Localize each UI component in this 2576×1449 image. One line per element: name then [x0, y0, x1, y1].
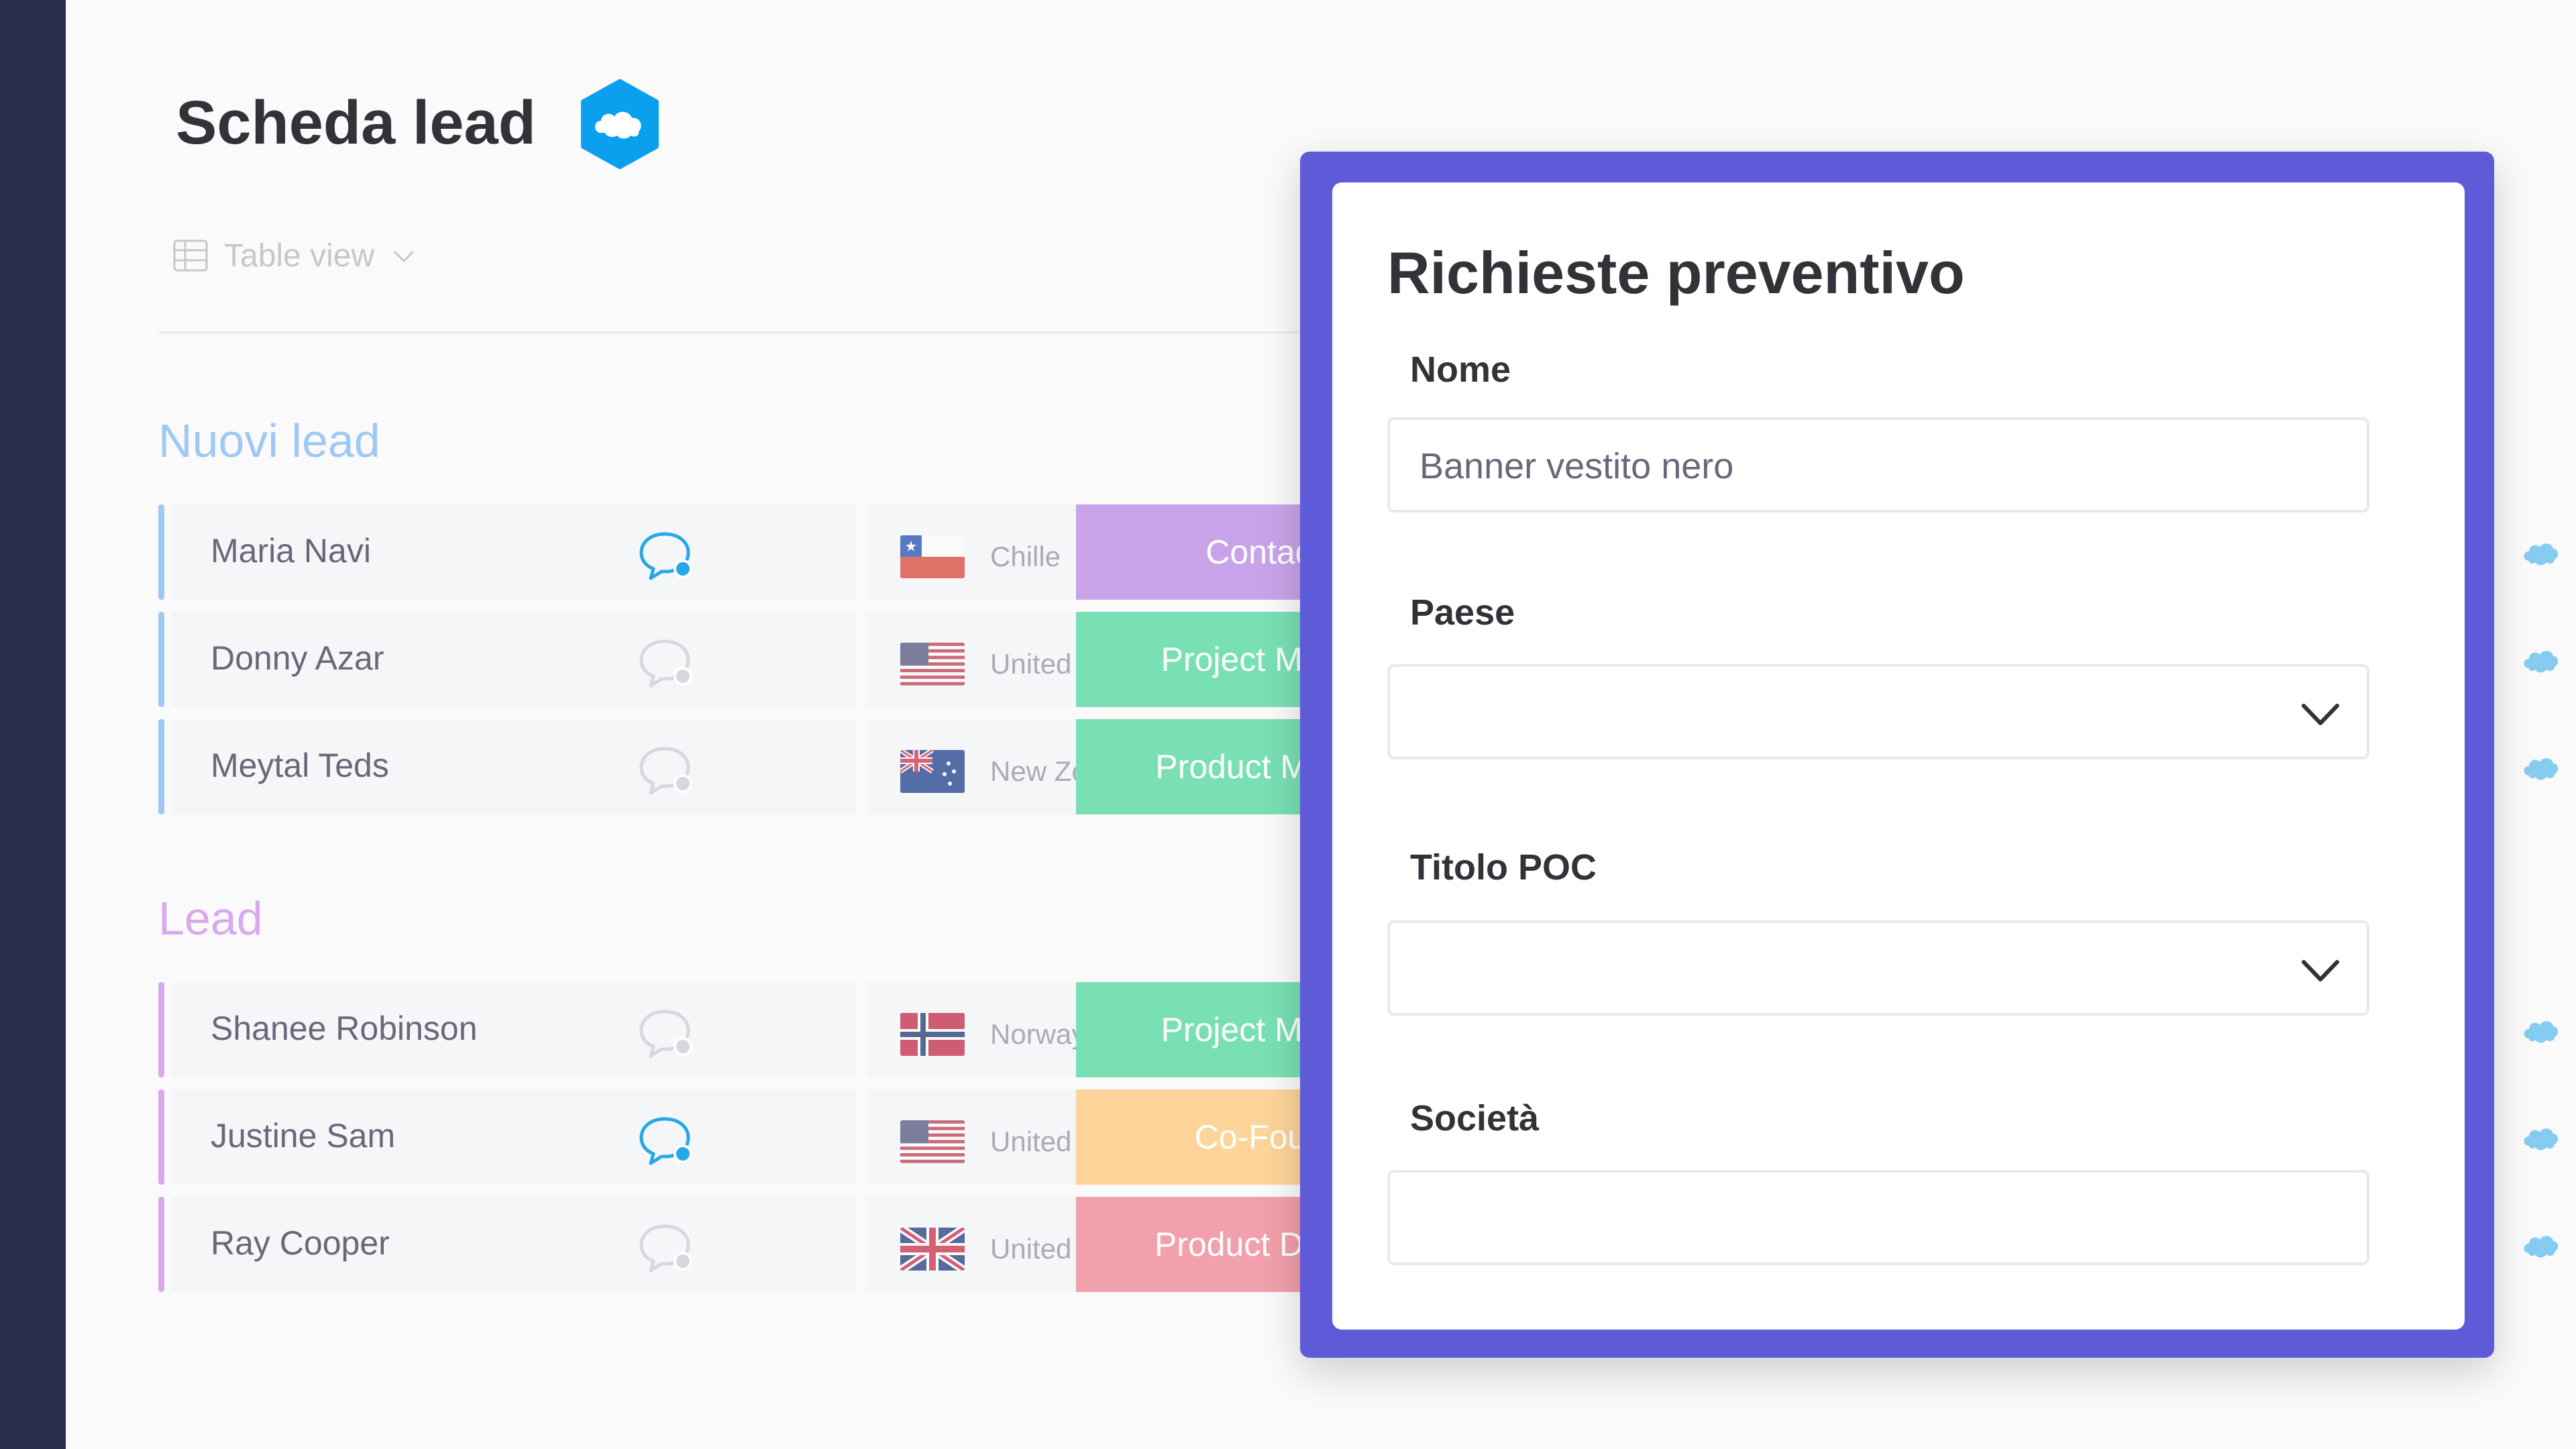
uk-flag-icon [900, 1228, 965, 1271]
chat-bubble-icon[interactable] [635, 633, 695, 694]
paese-select[interactable] [1387, 664, 2369, 759]
nome-input-value: Banner vestito nero [1419, 446, 1734, 486]
table-icon [173, 239, 208, 272]
lead-name: Donny Azar [211, 639, 384, 677]
lead-name: Maria Navi [211, 532, 371, 570]
country-label: Norway [990, 1018, 1086, 1050]
us-flag-icon [900, 1120, 965, 1163]
salesforce-icon[interactable] [2520, 1014, 2560, 1045]
lead-name: Ray Cooper [211, 1224, 390, 1262]
nz-flag-icon [900, 750, 965, 793]
field-label-paese: Paese [1410, 592, 1515, 633]
field-label-societa: Società [1410, 1098, 1540, 1138]
group-color-bar [158, 719, 164, 814]
view-selector[interactable]: Table view [173, 232, 417, 279]
group-title-lead[interactable]: Lead [158, 888, 263, 949]
titolo-poc-select[interactable] [1387, 920, 2369, 1016]
salesforce-icon[interactable] [2520, 751, 2560, 782]
chat-bubble-icon[interactable] [635, 1111, 695, 1171]
salesforce-integration-icon[interactable] [578, 79, 661, 169]
group-title-nuovi-lead[interactable]: Nuovi lead [158, 411, 380, 471]
chat-bubble-icon[interactable] [635, 741, 695, 801]
field-label-titolo-poc: Titolo POC [1410, 847, 1597, 888]
chat-bubble-icon[interactable] [635, 1004, 695, 1064]
name-cell[interactable]: Meytal Teds [172, 719, 856, 814]
salesforce-icon[interactable] [2520, 644, 2560, 675]
group-color-bar [158, 504, 164, 600]
group-color-bar [158, 1197, 164, 1292]
name-cell[interactable]: Justine Sam [172, 1089, 856, 1185]
nome-input[interactable]: Banner vestito nero [1387, 417, 2369, 513]
form-modal: Richieste preventivo Nome Banner vestito… [1332, 182, 2465, 1330]
group-color-bar [158, 1089, 164, 1185]
chevron-down-icon [2302, 704, 2339, 725]
chevron-down-icon [394, 250, 415, 263]
chat-bubble-icon[interactable] [635, 526, 695, 586]
group-color-bar [158, 612, 164, 707]
field-label-nome: Nome [1410, 350, 1511, 390]
chat-bubble-icon[interactable] [635, 1218, 695, 1279]
name-cell[interactable]: Ray Cooper [172, 1197, 856, 1292]
lead-name: Shanee Robinson [211, 1010, 478, 1047]
left-sidebar-rail [0, 0, 66, 1449]
form-title: Richieste preventivo [1387, 239, 1965, 306]
societa-input[interactable] [1387, 1170, 2369, 1265]
lead-name: Justine Sam [211, 1117, 396, 1155]
view-selector-label: Table view [224, 237, 375, 274]
page-title: Scheda lead [176, 89, 536, 157]
chevron-down-icon [2302, 960, 2339, 981]
lead-name: Meytal Teds [211, 747, 389, 784]
salesforce-icon[interactable] [2520, 537, 2560, 568]
salesforce-icon[interactable] [2520, 1122, 2560, 1152]
group-color-bar [158, 982, 164, 1077]
name-cell[interactable]: Maria Navi [172, 504, 856, 600]
header-divider [158, 331, 1299, 333]
country-label: Chille [990, 541, 1061, 572]
salesforce-icon[interactable] [2520, 1229, 2560, 1260]
norway-flag-icon [900, 1013, 965, 1056]
chile-flag-icon [900, 535, 965, 578]
us-flag-icon [900, 643, 965, 686]
name-cell[interactable]: Shanee Robinson [172, 982, 856, 1077]
name-cell[interactable]: Donny Azar [172, 612, 856, 707]
